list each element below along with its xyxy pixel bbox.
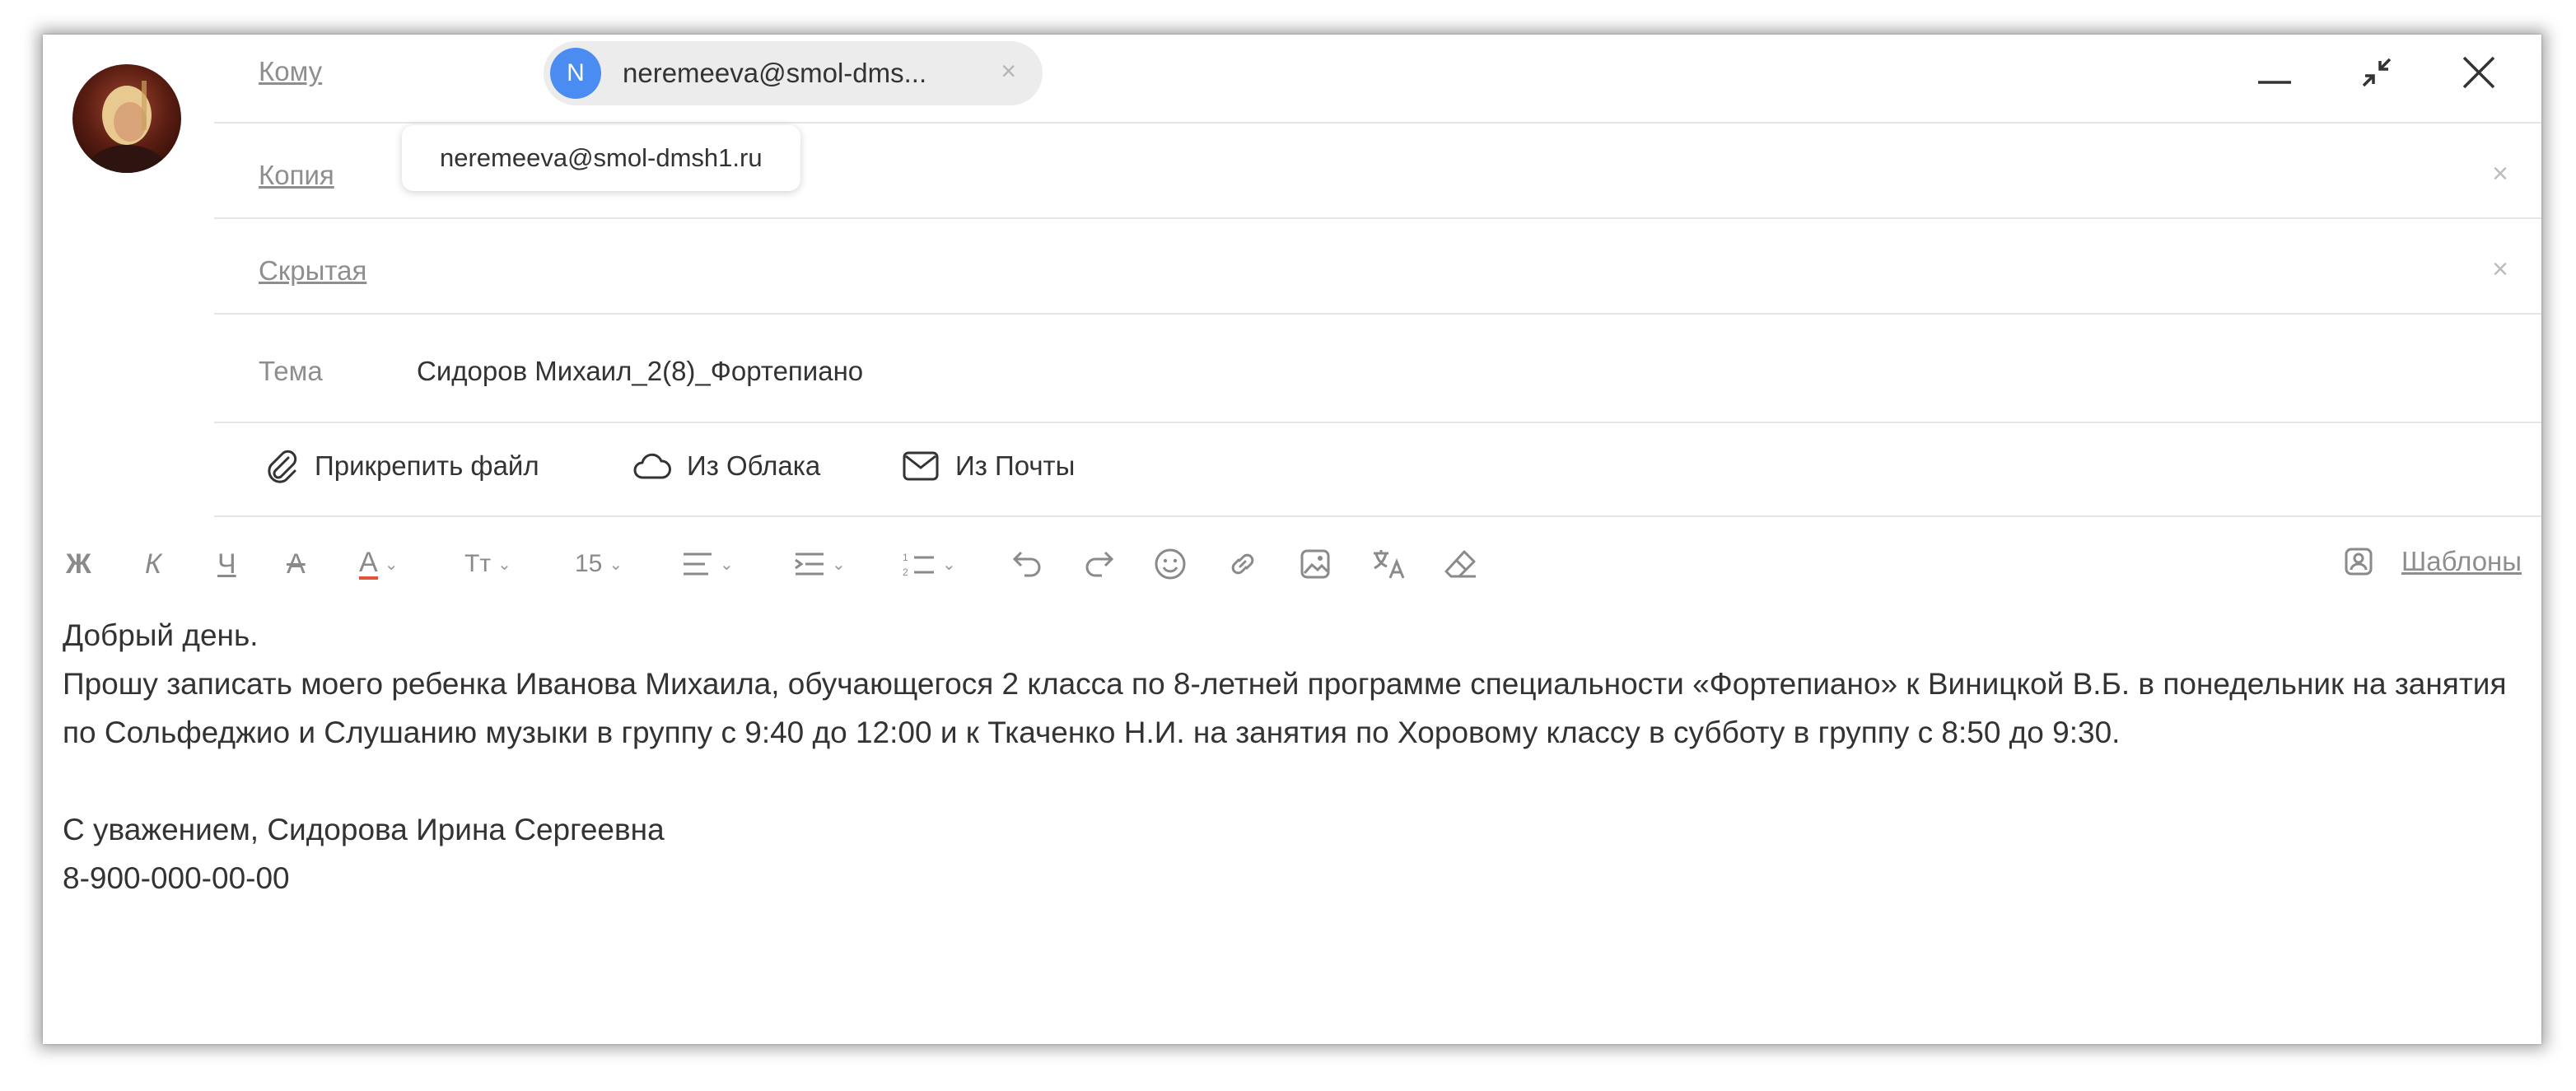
undo-button[interactable] [1011, 545, 1044, 583]
from-cloud-label: Из Облака [687, 450, 821, 481]
translate-icon [1374, 550, 1405, 579]
to-label[interactable]: Кому [259, 56, 322, 87]
attach-file-button[interactable]: Прикрепить файл [264, 448, 539, 484]
italic-button[interactable]: К [145, 545, 161, 583]
from-cloud-button[interactable]: Из Облака [632, 448, 820, 484]
bcc-clear-icon[interactable]: × [2492, 254, 2508, 286]
minimize-icon [2258, 81, 2291, 84]
templates-label: Шаблоны [2401, 546, 2522, 576]
chevron-down-icon: ⌄ [720, 555, 734, 574]
window-controls [2202, 43, 2508, 102]
templates-button[interactable]: Шаблоны [2342, 545, 2522, 578]
emoji-button[interactable] [1153, 545, 1188, 583]
font-style-icon: Тт [464, 550, 492, 577]
numbered-list-icon: 1 2 [903, 552, 934, 578]
strikethrough-button[interactable]: А [287, 545, 306, 583]
underline-button[interactable]: Ч [217, 545, 236, 583]
recipient-avatar: N [550, 48, 601, 99]
sender-avatar[interactable] [72, 64, 181, 173]
redo-icon [1085, 551, 1114, 577]
link-button[interactable] [1225, 545, 1260, 583]
translate-button[interactable] [1370, 545, 1407, 583]
chevron-down-icon: ⌄ [942, 555, 956, 574]
from-mail-button[interactable]: Из Почты [901, 448, 1075, 484]
chevron-down-icon: ⌄ [832, 555, 846, 574]
undo-icon [1012, 551, 1041, 577]
indent-button[interactable]: ⌄ [794, 545, 846, 583]
body-paragraph: Прошу записать моего ребенка Иванова Мих… [63, 667, 2507, 749]
text-color-button[interactable]: А ⌄ [359, 545, 398, 583]
collapse-icon [2362, 58, 2392, 87]
body-blank-line [63, 757, 2517, 805]
font-style-button[interactable]: Тт ⌄ [464, 545, 511, 583]
body-regards: С уважением, Сидорова Ирина Сергеевна [63, 813, 665, 846]
compose-window: Кому N neremeeva@smol-dms... × neremeeva… [43, 35, 2541, 1044]
bcc-row[interactable]: Скрытая × [214, 219, 2541, 315]
recipient-tooltip: neremeeva@smol-dmsh1.ru [402, 125, 800, 191]
recipient-remove-icon[interactable]: × [1001, 56, 1016, 86]
to-row: Кому N neremeeva@smol-dms... × [214, 35, 2541, 124]
body-greeting: Добрый день. [63, 618, 259, 652]
cc-clear-icon[interactable]: × [2492, 158, 2508, 190]
collapse-button[interactable] [2347, 43, 2406, 102]
indent-icon [795, 552, 824, 576]
svg-text:1: 1 [903, 552, 908, 563]
eraser-icon [1444, 550, 1476, 578]
bold-button[interactable]: Ж [66, 545, 91, 583]
bold-icon: Ж [66, 548, 91, 580]
chevron-down-icon: ⌄ [609, 555, 623, 574]
smiley-icon [1155, 548, 1186, 580]
subject-label: Тема [259, 356, 323, 386]
font-size-value: 15 [575, 550, 603, 577]
insert-image-button[interactable] [1298, 545, 1332, 583]
align-button[interactable]: ⌄ [682, 545, 734, 583]
chevron-down-icon: ⌄ [497, 555, 511, 574]
avatar-image [72, 64, 181, 173]
image-icon [1300, 549, 1330, 579]
formatting-toolbar: Ж К Ч А А ⌄ Тт ⌄ 15 ⌄ ⌄ ⌄ 1 2 ⌄ Шаблоны [43, 517, 2541, 609]
paperclip-icon [268, 450, 297, 483]
recipient-chip[interactable]: N neremeeva@smol-dms... × [544, 41, 1043, 105]
from-mail-label: Из Почты [955, 450, 1076, 481]
template-icon [2345, 548, 2373, 576]
chevron-down-icon: ⌄ [384, 555, 399, 574]
subject-input[interactable]: Сидоров Михаил_2(8)_Фортепиано [417, 356, 863, 387]
list-button[interactable]: 1 2 ⌄ [903, 545, 956, 583]
align-icon [684, 552, 712, 576]
close-icon [2462, 56, 2495, 89]
cc-label[interactable]: Копия [259, 160, 334, 191]
cloud-icon [633, 453, 671, 479]
bcc-label[interactable]: Скрытая [259, 255, 366, 287]
underline-icon: Ч [217, 548, 236, 580]
minimize-button[interactable] [2245, 43, 2304, 102]
close-button[interactable] [2449, 43, 2508, 102]
strikethrough-icon: А [287, 548, 306, 580]
attach-row: Прикрепить файл Из Облака Из Почты [214, 423, 2541, 517]
body-phone: 8-900-000-00-00 [63, 861, 290, 895]
recipient-email-short: neremeeva@smol-dms... [623, 58, 927, 88]
message-body[interactable]: Добрый день. Прошу записать моего ребенк… [63, 611, 2517, 902]
italic-icon: К [145, 548, 162, 580]
svg-text:2: 2 [903, 566, 908, 578]
redo-button[interactable] [1082, 545, 1115, 583]
clear-format-button[interactable] [1443, 545, 1479, 583]
envelope-icon [903, 451, 939, 481]
link-icon [1231, 553, 1254, 575]
attach-file-label: Прикрепить файл [315, 450, 539, 481]
text-color-icon: А [359, 547, 378, 580]
subject-row[interactable]: Тема Сидоров Михаил_2(8)_Фортепиано [214, 315, 2541, 423]
font-size-select[interactable]: 15 ⌄ [575, 545, 623, 583]
